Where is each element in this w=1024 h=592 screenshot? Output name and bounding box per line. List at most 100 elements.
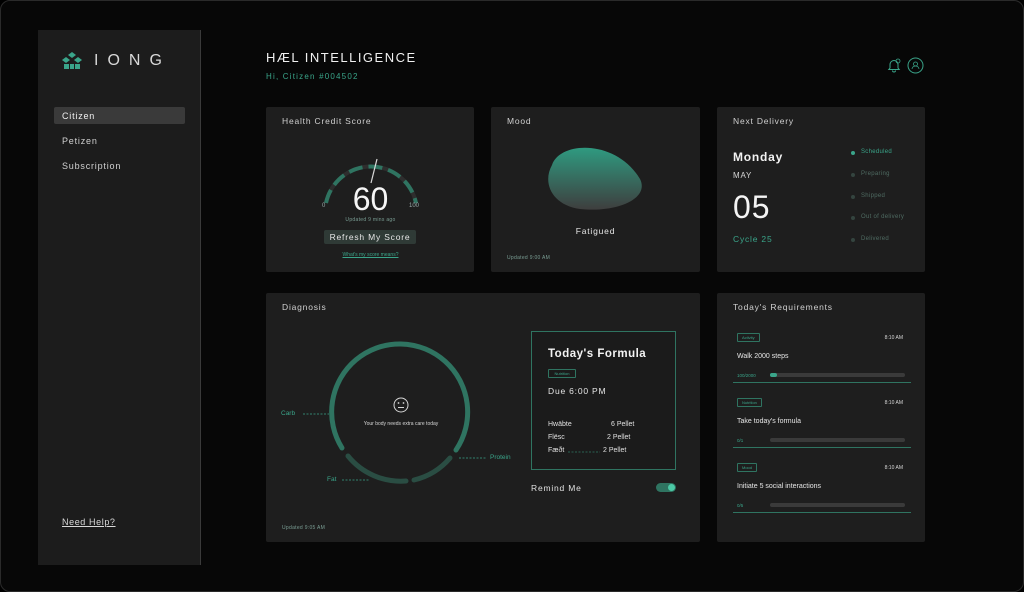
formula-item-name: Flësc [548,434,565,441]
requirement-progress-label: 100/2000 [737,373,756,378]
logo[interactable]: IONG [62,52,171,70]
requirement-tag: Mood [737,463,758,472]
need-help-link[interactable]: Need Help? [62,517,116,527]
formula-due: Due 6:00 PM [548,386,607,396]
divider [733,512,911,513]
requirement-item[interactable]: Mood 8:10 AM Initiate 5 social interacti… [733,463,911,515]
card-title: Today's Requirements [733,302,833,312]
requirement-task: Initiate 5 social interactions [737,483,822,490]
requirement-time: 8:10 AM [884,400,903,406]
status-item: Preparing [851,171,904,193]
diagnosis-message: Your body needs extra care today [363,421,439,427]
requirement-progress-bar [770,373,905,377]
requirement-tag: Activity [737,333,760,342]
carb-leader-line [303,413,329,415]
profile-icon[interactable] [907,57,924,74]
greeting-text: Hi, Citizen #004502 [266,72,359,81]
score-min: 0 [322,203,326,209]
score-max: 100 [409,203,420,209]
mood-card: Mood Fatigued Updated 9:00 AM [491,107,700,272]
sidebar-item-petizen[interactable]: Petizen [54,132,185,149]
delivery-month: MAY [733,171,753,180]
score-info-link[interactable]: What's my score means? [266,252,475,258]
sidebar-item-citizen[interactable]: Citizen [54,107,185,124]
formula-item: Hwäbte 6 Pellet [548,421,668,428]
refresh-score-button[interactable]: Refresh My Score [324,230,416,244]
requirement-task: Take today's formula [737,418,801,425]
diagnosis-updated: Updated 9:05 AM [282,525,326,531]
requirement-time: 8:10 AM [884,335,903,341]
formula-tag: Nutrition [548,369,576,378]
delivery-date: 05 [733,189,771,225]
formula-item-name: Hwäbte [548,421,572,428]
mood-updated: Updated 9:00 AM [507,255,551,261]
fat-leader-line [342,479,370,481]
requirement-progress-label: 0/1 [737,438,744,443]
remind-me-toggle[interactable] [656,483,676,492]
sidebar-item-subscription[interactable]: Subscription [54,157,185,174]
score-updated: Updated 9 mins ago [345,217,396,223]
formula-item-name: Fæðt [548,447,565,454]
requirement-item[interactable]: Activity 8:10 AM Walk 2000 steps 100/200… [733,333,911,385]
divider [733,382,911,383]
mood-blob [548,147,642,210]
gauge-needle [370,158,378,184]
delivery-day: Monday [733,150,784,164]
requirement-progress-label: 0/5 [737,503,744,508]
remind-me-label: Remind Me [531,483,582,493]
status-item: Delivered [851,236,904,258]
logo-text: IONG [94,52,171,69]
header-actions [887,57,924,74]
delivery-cycle: Cycle 25 [733,234,773,244]
formula-item-qty: 2 Pellet [603,447,627,454]
mood-label: Fatigued [575,226,616,236]
next-delivery-card: Next Delivery Monday MAY 05 Cycle 25 Sch… [717,107,925,272]
formula-item-qty: 2 Pellet [607,434,631,441]
card-title: Next Delivery [733,116,794,126]
score-value: 60 [352,181,389,217]
status-item: Out of delivery [851,214,904,236]
status-label: Out of delivery [861,214,905,221]
status-label: Delivered [861,236,890,243]
requirement-progress-bar [770,503,905,507]
macro-label-protein: Protein [490,454,511,461]
requirement-item[interactable]: Nutrition 8:10 AM Take today's formula 0… [733,398,911,450]
status-dot [851,151,855,155]
formula-title: Today's Formula [548,348,647,360]
status-dot [851,194,855,199]
bell-icon[interactable] [887,58,901,73]
formula-item-qty: 6 Pellet [611,421,635,428]
requirement-tag: Nutrition [737,398,762,407]
neutral-face-icon [393,397,409,413]
status-label: Preparing [861,170,890,177]
requirement-progress-bar [770,438,905,442]
formula-panel: Today's Formula Nutrition Due 6:00 PM Hw… [531,331,676,470]
macro-label-carb: Carb [281,410,296,417]
status-item: Shipped [851,193,904,215]
status-label: Scheduled [861,149,893,155]
toggle-knob [668,484,675,491]
requirement-task: Walk 2000 steps [737,353,789,360]
status-dot [851,172,855,177]
card-title: Health Credit Score [282,116,372,126]
health-score-card: Health Credit Score 60 0 100 Updated 9 m… [266,107,474,272]
app-window: IONG Citizen Petizen Subscription Need H… [0,0,1024,592]
page-title: HÆL INTELLIGENCE [266,50,417,65]
card-title: Diagnosis [282,302,327,312]
formula-item: Fæðt 2 Pellet [548,447,668,454]
status-item: Scheduled [851,149,904,171]
status-dot [851,216,855,221]
delivery-status-list: Scheduled Preparing Shipped Out of deliv… [851,149,904,258]
status-dot [851,238,855,243]
requirement-time: 8:10 AM [884,465,903,471]
formula-leader-line [568,451,600,453]
logo-icon [62,52,82,69]
diagnosis-card: Diagnosis Your body needs extra care tod… [266,293,700,542]
status-label: Shipped [861,192,886,199]
progress-fill [770,373,777,377]
formula-item: Flësc 2 Pellet [548,434,668,441]
requirements-card: Today's Requirements Activity 8:10 AM Wa… [717,293,925,542]
macro-label-fat: Fat [327,476,337,483]
protein-leader-line [459,457,487,459]
divider [733,447,911,448]
